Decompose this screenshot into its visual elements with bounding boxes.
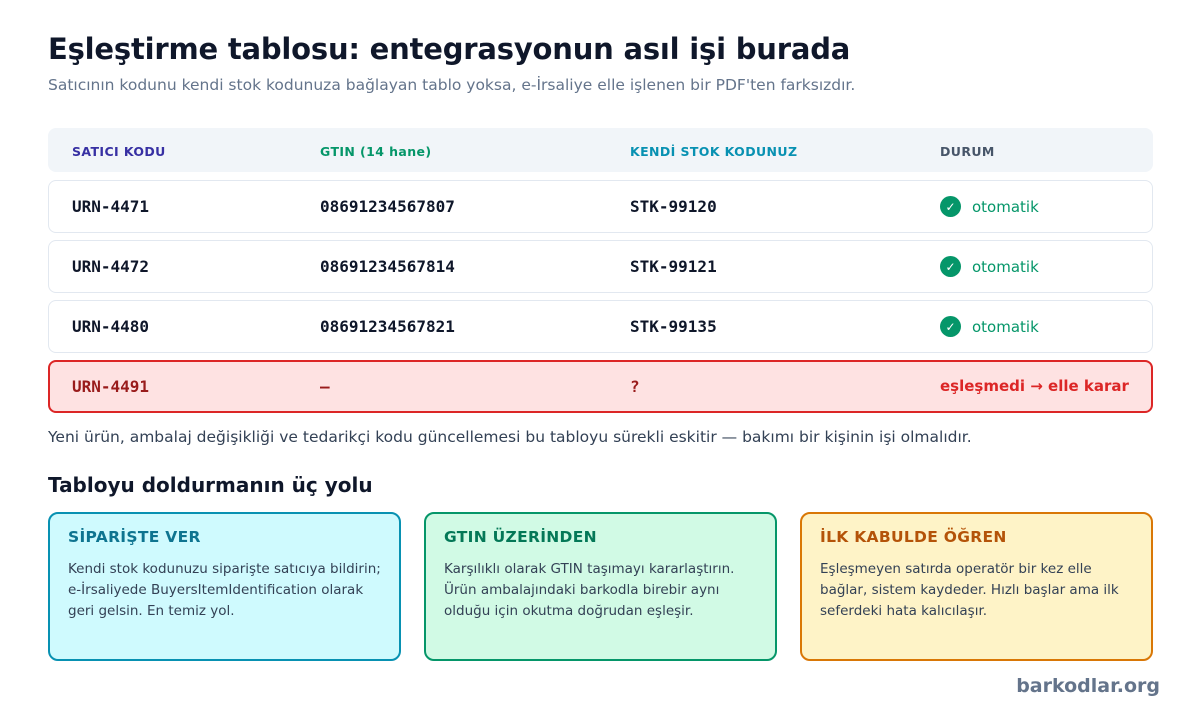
gtin-value: — xyxy=(320,377,330,396)
status-label: otomatik xyxy=(972,257,1039,276)
check-icon: ✓ xyxy=(940,316,961,337)
gtin-value: 08691234567821 xyxy=(320,317,455,336)
table-row: URN-4480 08691234567821 STK-99135 ✓ otom… xyxy=(48,300,1153,353)
table-header: SATICI KODU GTIN (14 hane) KENDİ STOK KO… xyxy=(48,128,1153,172)
column-header-status: DURUM xyxy=(940,144,995,159)
vendor-code: URN-4480 xyxy=(72,317,150,336)
status-label-unmatched: eşleşmedi → elle karar xyxy=(940,377,1129,395)
card-body: Kendi stok kodunuzu siparişte satıcıya b… xyxy=(68,561,381,619)
table-row: URN-4471 08691234567807 STK-99120 ✓ otom… xyxy=(48,180,1153,233)
stock-code: STK-99120 xyxy=(630,197,717,216)
vendor-code: URN-4472 xyxy=(72,257,150,276)
maintenance-note: Yeni ürün, ambalaj değişikliği ve tedari… xyxy=(48,428,972,446)
table-row-unmatched: URN-4491 — ? eşleşmedi → elle karar xyxy=(48,360,1153,413)
stock-code: STK-99121 xyxy=(630,257,717,276)
status-badge: ✓ otomatik xyxy=(940,316,1039,337)
status-badge: ✓ otomatik xyxy=(940,256,1039,277)
status-badge: ✓ otomatik xyxy=(940,196,1039,217)
table-row: URN-4472 08691234567814 STK-99121 ✓ otom… xyxy=(48,240,1153,293)
card-title: İLK KABULDE ÖĞREN xyxy=(820,528,1007,546)
gtin-value: 08691234567814 xyxy=(320,257,455,276)
stock-code: STK-99135 xyxy=(630,317,717,336)
check-icon: ✓ xyxy=(940,256,961,277)
page-subtitle: Satıcının kodunu kendi stok kodunuza bağ… xyxy=(48,76,856,94)
status-label: otomatik xyxy=(972,317,1039,336)
vendor-code: URN-4491 xyxy=(72,377,150,396)
brand-logo: barkodlar.org xyxy=(1016,675,1160,697)
method-card-learn: İLK KABULDE ÖĞREN Eşleşmeyen satırda ope… xyxy=(800,512,1153,661)
card-body: Eşleşmeyen satırda operatör bir kez elle… xyxy=(820,561,1119,619)
column-header-stock-code: KENDİ STOK KODUNUZ xyxy=(630,144,798,159)
card-title: GTIN ÜZERİNDEN xyxy=(444,528,597,546)
page-title: Eşleştirme tablosu: entegrasyonun asıl i… xyxy=(48,32,851,66)
status-label: otomatik xyxy=(972,197,1039,216)
card-body: Karşılıklı olarak GTIN taşımayı kararlaş… xyxy=(444,561,735,619)
gtin-value: 08691234567807 xyxy=(320,197,455,216)
method-card-gtin: GTIN ÜZERİNDEN Karşılıklı olarak GTIN ta… xyxy=(424,512,777,661)
method-card-order: SİPARİŞTE VER Kendi stok kodunuzu sipari… xyxy=(48,512,401,661)
column-header-vendor-code: SATICI KODU xyxy=(72,144,166,159)
column-header-gtin: GTIN (14 hane) xyxy=(320,144,432,159)
section-title: Tabloyu doldurmanın üç yolu xyxy=(48,473,373,497)
card-title: SİPARİŞTE VER xyxy=(68,528,201,546)
check-icon: ✓ xyxy=(940,196,961,217)
vendor-code: URN-4471 xyxy=(72,197,150,216)
stock-code: ? xyxy=(630,377,640,396)
